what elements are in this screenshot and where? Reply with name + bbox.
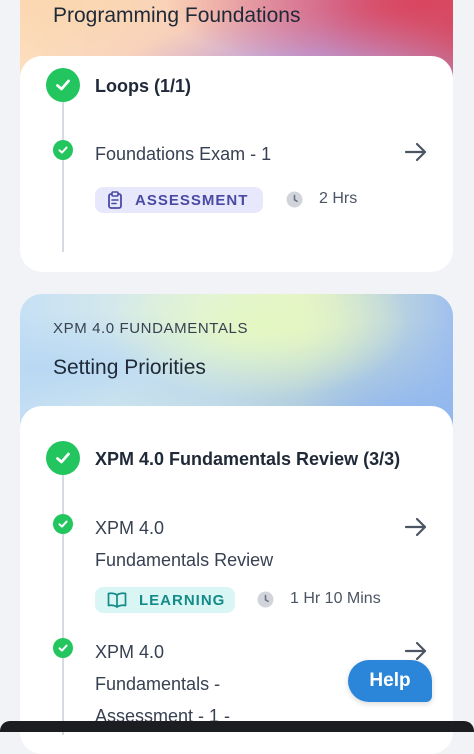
lesson-duration: 1 Hr 10 Mins	[257, 590, 381, 608]
module-complete-check-icon	[46, 68, 80, 102]
lesson-complete-check-icon	[53, 514, 73, 534]
clock-icon	[257, 591, 274, 608]
timeline-line	[62, 102, 64, 252]
lesson-title-line: XPM 4.0	[95, 518, 165, 538]
duration-text: 2 Hrs	[319, 190, 358, 207]
bottom-navigation-bar	[0, 721, 474, 732]
lesson-title-line: Fundamentals Review	[95, 550, 274, 570]
learning-badge: LEARNING	[95, 587, 235, 613]
clock-icon	[286, 191, 303, 208]
course-modules-panel: Loops (1/1) Foundations Exam - 1 ASSESSM…	[20, 56, 453, 272]
lesson-title-line: XPM 4.0	[95, 642, 165, 662]
lesson-complete-check-icon	[53, 638, 73, 658]
duration-text: 1 Hr 10 Mins	[290, 590, 381, 607]
course-subtitle: XPM 4.0 FUNDAMENTALS	[53, 320, 249, 337]
module-title: XPM 4.0 Fundamentals Review (3/3)	[95, 449, 401, 469]
help-button[interactable]: Help	[348, 660, 432, 702]
badge-label: LEARNING	[139, 591, 226, 609]
badge-label: ASSESSMENT	[135, 191, 249, 209]
lesson-title[interactable]: XPM 4.0 Fundamentals Review	[95, 512, 273, 576]
lesson-title[interactable]: XPM 4.0 Fundamentals - Assessment - 1 -	[95, 636, 230, 732]
course-title: Programming Foundations	[53, 4, 301, 27]
course-card-programming-foundations: Programming Foundations Loops (1/1) Foun…	[20, 0, 453, 272]
assessment-badge: ASSESSMENT	[95, 187, 263, 213]
clipboard-icon	[107, 191, 123, 209]
lesson-complete-check-icon	[53, 140, 73, 160]
book-icon	[107, 592, 127, 608]
lesson-duration: 2 Hrs	[286, 190, 357, 208]
course-title: Setting Priorities	[53, 356, 206, 379]
module-title: Loops (1/1)	[95, 76, 192, 96]
arrow-right-icon[interactable]	[404, 517, 428, 542]
lesson-title-line: Fundamentals -	[95, 674, 221, 694]
module-complete-check-icon	[46, 441, 80, 475]
lesson-title[interactable]: Foundations Exam - 1	[95, 138, 271, 170]
arrow-right-icon[interactable]	[404, 142, 428, 167]
